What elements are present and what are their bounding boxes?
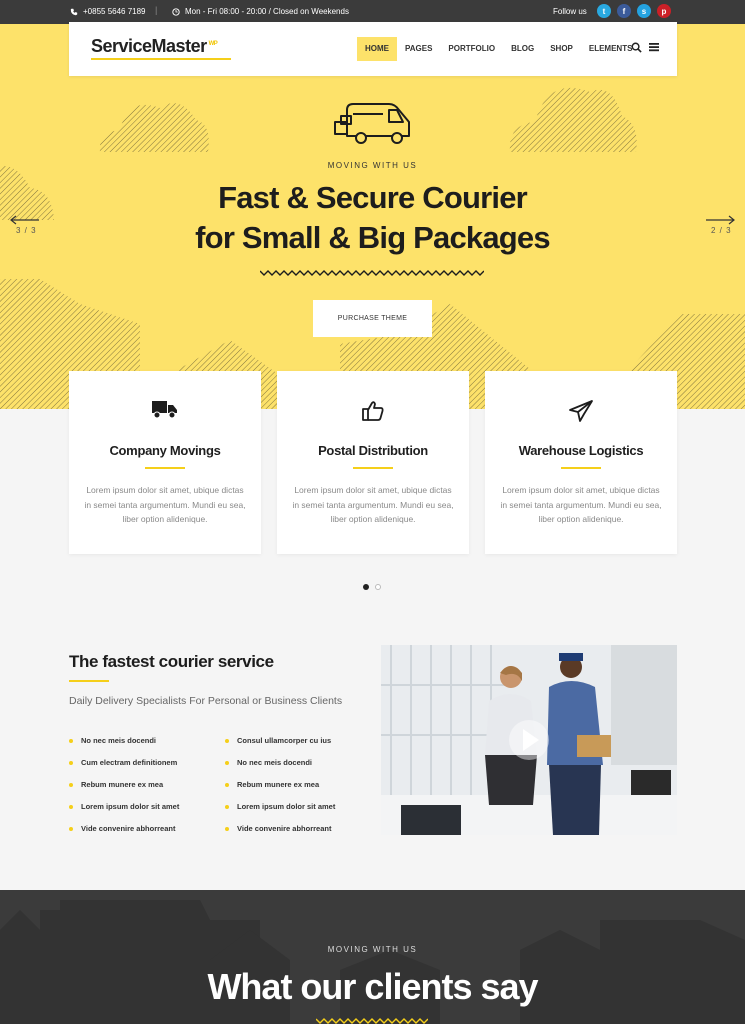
nav-blog[interactable]: BLOG: [503, 37, 542, 61]
nav-shop[interactable]: SHOP: [542, 37, 581, 61]
site-logo[interactable]: ServiceMaster WP: [91, 36, 218, 57]
service-card[interactable]: Company Movings Lorem ipsum dolor sit am…: [69, 371, 261, 554]
truck-icon: [69, 399, 261, 424]
bullet-icon: [225, 760, 229, 765]
thumbs-up-icon: [277, 399, 469, 428]
list-item: Rebum munere ex mea: [225, 780, 319, 789]
service-title: Company Movings: [109, 443, 221, 458]
testimonials-section: MOVING WITH US What our clients say: [0, 890, 745, 1024]
office-photo: [381, 645, 677, 835]
section-title-underline: [69, 680, 109, 682]
main-nav: HOME PAGES PORTFOLIO BLOG SHOP ELEMENTS: [357, 37, 640, 61]
list-item: Vide convenire abhorreant: [69, 824, 175, 833]
bullet-icon: [69, 782, 73, 787]
list-item: Cum electram definitionem: [69, 758, 177, 767]
skype-icon[interactable]: s: [637, 4, 651, 18]
carousel-dot-active[interactable]: [363, 584, 369, 590]
purchase-theme-button[interactable]: PURCHASE THEME: [313, 300, 432, 337]
top-bar: +0855 5646 7189 | Mon - Fri 08:00 - 20:0…: [0, 0, 745, 24]
logo-badge: WP: [208, 41, 218, 47]
zigzag-divider: [316, 1018, 428, 1024]
service-title: Warehouse Logistics: [518, 443, 644, 458]
testimonials-title: What our clients say: [207, 966, 538, 1007]
list-item: No nec meis docendi: [225, 758, 312, 767]
bullet-icon: [69, 804, 73, 809]
search-icon[interactable]: [631, 42, 642, 53]
hours-info: Mon - Fri 08:00 - 20:00 / Closed on Week…: [172, 7, 349, 16]
bullet-icon: [225, 804, 229, 809]
list-item: Lorem ipsum dolor sit amet: [69, 802, 179, 811]
divider: |: [155, 5, 158, 15]
title-underline: [561, 467, 601, 469]
service-description: Lorem ipsum dolor sit amet, ubique dicta…: [84, 485, 246, 524]
opening-hours: Mon - Fri 08:00 - 20:00 / Closed on Week…: [185, 7, 349, 16]
phone-number: +0855 5646 7189: [83, 7, 146, 16]
bullet-icon: [69, 738, 73, 743]
list-item: Rebum munere ex mea: [69, 780, 163, 789]
section-subtitle: Daily Delivery Specialists For Personal …: [69, 695, 343, 707]
clock-icon: [172, 7, 180, 16]
delivery-van-icon: [334, 103, 410, 144]
site-header: ServiceMaster WP HOME PAGES PORTFOLIO BLO…: [69, 22, 677, 76]
hero-title-line2: for Small & Big Packages: [195, 220, 550, 255]
hero-title-line1: Fast & Secure Courier: [218, 180, 528, 215]
list-item: Lorem ipsum dolor sit amet: [225, 802, 335, 811]
service-card[interactable]: Postal Distribution Lorem ipsum dolor si…: [277, 371, 469, 554]
prev-slide-counter: 3 / 3: [16, 226, 37, 235]
phone-icon: [70, 8, 78, 15]
hero-eyebrow: MOVING WITH US: [327, 161, 418, 170]
list-item: Vide convenire abhorreant: [225, 824, 331, 833]
zigzag-divider: [260, 270, 484, 276]
paper-plane-icon: [485, 399, 677, 428]
menu-icon[interactable]: [649, 42, 659, 52]
testimonials-eyebrow: MOVING WITH US: [327, 945, 418, 954]
section-title: The fastest courier service: [69, 652, 274, 671]
title-underline: [353, 467, 393, 469]
facebook-icon[interactable]: f: [617, 4, 631, 18]
bullet-icon: [225, 826, 229, 831]
video-thumbnail[interactable]: [381, 645, 677, 835]
next-slide-counter: 2 / 3: [711, 226, 732, 235]
service-card[interactable]: Warehouse Logistics Lorem ipsum dolor si…: [485, 371, 677, 554]
title-underline: [145, 467, 185, 469]
bullet-icon: [69, 826, 73, 831]
twitter-icon[interactable]: t: [597, 4, 611, 18]
follow-us-label: Follow us: [553, 7, 587, 16]
nav-home[interactable]: HOME: [357, 37, 397, 61]
logo-underline: [91, 58, 231, 60]
pinterest-icon[interactable]: p: [657, 4, 671, 18]
nav-portfolio[interactable]: PORTFOLIO: [440, 37, 503, 61]
list-item: No nec meis docendi: [69, 736, 156, 745]
bullet-icon: [225, 782, 229, 787]
bullet-icon: [225, 738, 229, 743]
carousel-dot[interactable]: [375, 584, 381, 590]
service-title: Postal Distribution: [318, 443, 428, 458]
phone-info: +0855 5646 7189: [70, 7, 146, 16]
service-description: Lorem ipsum dolor sit amet, ubique dicta…: [292, 485, 454, 524]
nav-pages[interactable]: PAGES: [397, 37, 440, 61]
list-item: Consul ullamcorper cu ius: [225, 736, 331, 745]
bullet-icon: [69, 760, 73, 765]
service-description: Lorem ipsum dolor sit amet, ubique dicta…: [500, 485, 662, 524]
